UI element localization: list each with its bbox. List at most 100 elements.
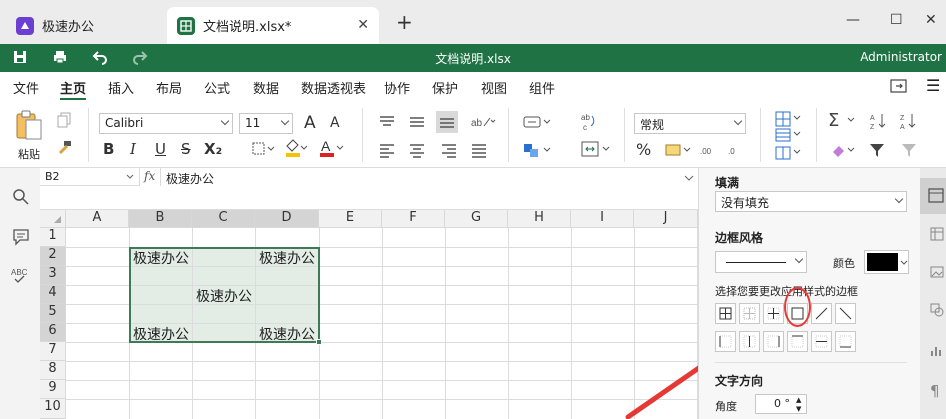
cell-format-icon[interactable] xyxy=(774,146,802,163)
spin-up-icon[interactable]: ▲ xyxy=(796,396,801,404)
align-right-icon[interactable] xyxy=(440,142,458,161)
column-header[interactable]: D xyxy=(255,210,319,228)
search-icon[interactable] xyxy=(12,188,30,209)
border-icon[interactable] xyxy=(252,142,276,159)
fill-handle[interactable] xyxy=(316,339,322,345)
column-header[interactable]: J xyxy=(634,210,698,228)
menu-component[interactable]: 组件 xyxy=(529,78,555,97)
italic-button[interactable]: I xyxy=(130,140,136,158)
align-middle-icon[interactable] xyxy=(408,114,426,133)
cell-b6[interactable]: 极速办公 xyxy=(133,324,189,344)
angle-input[interactable]: 0 ° ▲ ▼ xyxy=(755,394,807,414)
bottom-border-button[interactable] xyxy=(835,331,856,352)
paste-label[interactable]: 粘贴 xyxy=(18,146,40,162)
row-header[interactable]: 5 xyxy=(40,304,66,323)
all-borders-button[interactable] xyxy=(715,303,736,324)
cell-c4[interactable]: 极速办公 xyxy=(196,286,252,306)
spreadsheet-grid[interactable]: A B C D E F G H I J 1 2 3 4 5 6 7 8 9 10… xyxy=(40,210,741,419)
column-header[interactable]: F xyxy=(382,210,445,228)
row-header[interactable]: 2 xyxy=(40,247,66,266)
increase-decimal-icon[interactable]: .00 xyxy=(700,142,718,161)
function-icon[interactable]: fx xyxy=(144,169,155,183)
spin-down-icon[interactable]: ▼ xyxy=(796,405,801,413)
row-header[interactable]: 1 xyxy=(40,228,66,247)
menu-home[interactable]: 主页 xyxy=(60,78,86,97)
row-header[interactable]: 4 xyxy=(40,285,66,304)
menu-formula[interactable]: 公式 xyxy=(204,78,230,97)
menu-view[interactable]: 视图 xyxy=(481,78,507,97)
sum-icon[interactable]: Σ xyxy=(828,110,839,131)
table-settings-icon[interactable] xyxy=(929,226,945,245)
cell-settings-tab[interactable] xyxy=(920,178,946,214)
menu-insert[interactable]: 插入 xyxy=(108,78,134,97)
tab-jisu[interactable]: 极速办公 xyxy=(6,7,164,44)
close-tab-icon[interactable]: ✕ xyxy=(357,17,369,33)
image-settings-icon[interactable] xyxy=(929,264,945,283)
top-border-button[interactable] xyxy=(787,331,808,352)
fill-color-icon[interactable] xyxy=(284,138,308,161)
inside-borders-button[interactable] xyxy=(763,303,784,324)
align-left-icon[interactable] xyxy=(378,142,396,161)
cell-style-icon[interactable] xyxy=(522,142,552,161)
row-header[interactable]: 6 xyxy=(40,323,66,342)
fill-select[interactable]: 没有填充 xyxy=(715,191,907,212)
spellcheck-icon[interactable]: ABC xyxy=(11,266,31,287)
underline-button[interactable]: U xyxy=(155,140,166,158)
number-format-select[interactable]: 常规 xyxy=(634,113,746,134)
column-header[interactable]: A xyxy=(66,210,129,228)
column-header[interactable]: H xyxy=(508,210,571,228)
decrease-font-button[interactable]: A xyxy=(330,115,340,131)
name-box[interactable]: B2 xyxy=(40,168,140,186)
row-header[interactable]: 9 xyxy=(40,380,66,399)
row-header[interactable]: 8 xyxy=(40,361,66,380)
menu-collab[interactable]: 协作 xyxy=(384,78,410,97)
menu-protect[interactable]: 保护 xyxy=(432,78,458,97)
right-border-button[interactable] xyxy=(763,331,784,352)
close-window-button[interactable]: ✕ xyxy=(925,12,937,28)
user-name[interactable]: Administrator xyxy=(860,50,942,64)
bold-button[interactable]: B xyxy=(103,140,114,158)
text-orientation-icon[interactable]: ab xyxy=(470,114,496,133)
clear-icon[interactable] xyxy=(830,142,858,161)
line-style-select[interactable] xyxy=(715,251,807,273)
copy-icon[interactable] xyxy=(56,112,72,131)
strikethrough-button[interactable]: S xyxy=(181,140,191,158)
clear-filter-icon[interactable] xyxy=(900,142,918,161)
tab-document[interactable]: 文档说明.xlsx* ✕ xyxy=(167,7,379,44)
shape-settings-icon[interactable] xyxy=(929,302,945,321)
column-header[interactable]: G xyxy=(445,210,508,228)
align-bottom-icon[interactable] xyxy=(436,111,458,133)
menu-layout[interactable]: 布局 xyxy=(156,78,182,97)
column-header[interactable]: I xyxy=(571,210,634,228)
increase-font-button[interactable]: A xyxy=(304,113,316,133)
column-header[interactable]: B xyxy=(129,210,192,228)
row-header[interactable]: 3 xyxy=(40,266,66,285)
wrap-text-icon[interactable]: ab c xyxy=(580,112,598,135)
column-header[interactable]: C xyxy=(192,210,255,228)
format-painter-icon[interactable] xyxy=(56,140,72,159)
font-color-icon[interactable]: A xyxy=(318,138,344,161)
select-all-corner[interactable] xyxy=(40,210,66,228)
inner-borders-disabled-button[interactable] xyxy=(739,303,760,324)
menu-file[interactable]: 文件 xyxy=(13,78,39,97)
filter-icon[interactable] xyxy=(868,142,886,161)
cell-d6[interactable]: 极速办公 xyxy=(259,324,315,344)
align-center-icon[interactable] xyxy=(408,142,426,161)
menu-pivot[interactable]: 数据透视表 xyxy=(301,78,366,97)
align-top-icon[interactable] xyxy=(378,114,396,133)
row-header[interactable]: 7 xyxy=(40,342,66,361)
chart-settings-icon[interactable] xyxy=(929,342,945,361)
chevron-down-icon[interactable] xyxy=(846,114,856,128)
accounting-format-icon[interactable] xyxy=(664,142,692,161)
cell-d2[interactable]: 极速办公 xyxy=(259,248,315,268)
insert-cells-icon[interactable] xyxy=(522,114,552,133)
decrease-decimal-icon[interactable]: .0 xyxy=(728,142,746,161)
font-size-select[interactable]: 11 xyxy=(239,113,293,134)
subscript-button[interactable]: X₂ xyxy=(204,140,222,158)
font-name-select[interactable]: Calibri xyxy=(99,113,233,134)
maximize-button[interactable]: ☐ xyxy=(890,12,903,28)
diagonal-up-border-button[interactable] xyxy=(811,303,832,324)
formula-input[interactable]: 极速办公 xyxy=(166,170,214,187)
percent-button[interactable]: % xyxy=(636,140,651,159)
center-vertical-border-button[interactable] xyxy=(739,331,760,352)
